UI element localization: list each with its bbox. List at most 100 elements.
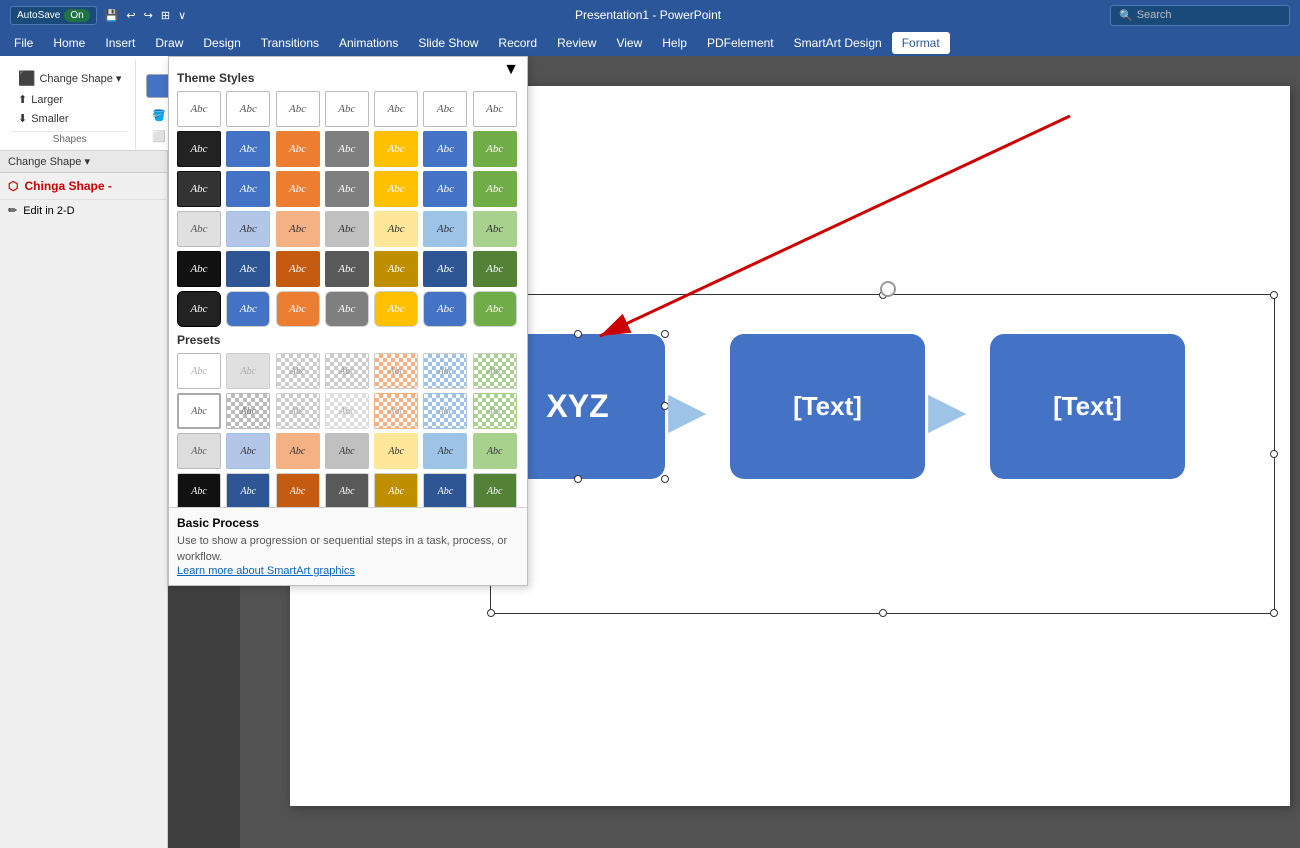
preset-d1[interactable]: Abc <box>177 473 221 509</box>
menu-review[interactable]: Review <box>547 32 606 54</box>
style-lblue1[interactable]: Abc <box>226 211 270 247</box>
autosave-toggle[interactable]: AutoSave On <box>10 6 97 25</box>
menu-view[interactable]: View <box>606 32 652 54</box>
change-shape-button[interactable]: ⬛ Change Shape ▾ <box>12 68 127 89</box>
preset-c4[interactable]: Abc <box>325 433 369 469</box>
preset-d2[interactable]: Abc <box>226 473 270 509</box>
preset-3[interactable]: Abc <box>276 353 320 389</box>
handle-bl[interactable] <box>487 609 495 617</box>
redo-icon[interactable]: ↪ <box>144 9 153 22</box>
style-green1[interactable]: Abc <box>473 131 517 167</box>
style-blue2[interactable]: Abc <box>423 131 467 167</box>
preset-check1[interactable]: Abc <box>226 393 270 429</box>
style-cell-w6[interactable]: Abc <box>423 91 467 127</box>
style-cell-w4[interactable]: Abc <box>325 91 369 127</box>
style-cell-w1[interactable]: Abc <box>177 91 221 127</box>
shape1-handle-br[interactable] <box>661 475 669 483</box>
preset-d7[interactable]: Abc <box>473 473 517 509</box>
save-icon[interactable]: 💾 <box>105 9 119 22</box>
style-cell-w3[interactable]: Abc <box>276 91 320 127</box>
style-cell-w2[interactable]: Abc <box>226 91 270 127</box>
style-gray1[interactable]: Abc <box>325 131 369 167</box>
more-icon[interactable]: ⊞ <box>161 9 170 22</box>
preset-5[interactable]: Abc <box>374 353 418 389</box>
preset-check2[interactable]: Abc <box>276 393 320 429</box>
style-blue1[interactable]: Abc <box>226 131 270 167</box>
menu-transitions[interactable]: Transitions <box>251 32 329 54</box>
style-roundblue2[interactable]: Abc <box>423 291 467 327</box>
style-dark1[interactable]: Abc <box>177 131 221 167</box>
menu-home[interactable]: Home <box>43 32 95 54</box>
style-black1[interactable]: Abc <box>177 251 221 287</box>
menu-smartart-design[interactable]: SmartArt Design <box>784 32 892 54</box>
handle-mr[interactable] <box>1270 450 1278 458</box>
style-dgreen1[interactable]: Abc <box>473 251 517 287</box>
panel-scroll-area[interactable]: Theme Styles Abc Abc Abc Abc Abc Abc Abc… <box>177 65 519 577</box>
style-cell-w5[interactable]: Abc <box>374 91 418 127</box>
undo-icon[interactable]: ↩ <box>126 9 135 22</box>
menu-format[interactable]: Format <box>892 32 950 54</box>
style-blue3[interactable]: Abc <box>226 171 270 207</box>
menu-animations[interactable]: Animations <box>329 32 408 54</box>
handle-br[interactable] <box>1270 609 1278 617</box>
preset-c3[interactable]: Abc <box>276 433 320 469</box>
smartart-shape-3[interactable]: [Text] <box>990 334 1185 479</box>
style-roundgray1[interactable]: Abc <box>325 291 369 327</box>
style-cell-w7[interactable]: Abc <box>473 91 517 127</box>
preset-2[interactable]: Abc <box>226 353 270 389</box>
style-roundblue1[interactable]: Abc <box>226 291 270 327</box>
style-gray2[interactable]: Abc <box>325 171 369 207</box>
autosave-state[interactable]: On <box>64 9 89 22</box>
style-dgray1[interactable]: Abc <box>325 251 369 287</box>
style-yellow1[interactable]: Abc <box>374 131 418 167</box>
preset-sel[interactable]: Abc <box>177 393 221 429</box>
preset-check5[interactable]: Abc <box>423 393 467 429</box>
style-orange2[interactable]: Abc <box>276 171 320 207</box>
style-lblue2[interactable]: Abc <box>423 211 467 247</box>
preset-4[interactable]: Abc <box>325 353 369 389</box>
larger-button[interactable]: ⬆ Larger <box>12 91 69 108</box>
style-dark2[interactable]: Abc <box>177 171 221 207</box>
preset-d3[interactable]: Abc <box>276 473 320 509</box>
style-blue4[interactable]: Abc <box>423 171 467 207</box>
preset-d6[interactable]: Abc <box>423 473 467 509</box>
handle-tr[interactable] <box>1270 291 1278 299</box>
style-roundorange1[interactable]: Abc <box>276 291 320 327</box>
change-shape-item[interactable]: ⬡ Chinga Shape - <box>0 173 167 199</box>
menu-slideshow[interactable]: Slide Show <box>408 32 488 54</box>
handle-bm[interactable] <box>879 609 887 617</box>
shape1-handle-bm[interactable] <box>574 475 582 483</box>
search-box[interactable]: 🔍 Search <box>1110 5 1290 26</box>
preset-c7[interactable]: Abc <box>473 433 517 469</box>
preset-check3[interactable]: Abc <box>325 393 369 429</box>
style-lorange1[interactable]: Abc <box>276 211 320 247</box>
menu-design[interactable]: Design <box>193 32 250 54</box>
preset-6[interactable]: Abc <box>423 353 467 389</box>
preset-c1[interactable]: Abc <box>177 433 221 469</box>
style-lgreen1[interactable]: Abc <box>473 211 517 247</box>
style-lgray1[interactable]: Abc <box>325 211 369 247</box>
style-green2[interactable]: Abc <box>473 171 517 207</box>
menu-record[interactable]: Record <box>488 32 547 54</box>
preset-1[interactable]: Abc <box>177 353 221 389</box>
style-yellow2[interactable]: Abc <box>374 171 418 207</box>
rotate-handle[interactable] <box>880 281 896 297</box>
preset-c5[interactable]: Abc <box>374 433 418 469</box>
preset-check4[interactable]: Abc <box>374 393 418 429</box>
style-dblue1[interactable]: Abc <box>226 251 270 287</box>
menu-insert[interactable]: Insert <box>95 32 145 54</box>
preset-d5[interactable]: Abc <box>374 473 418 509</box>
style-dblue2[interactable]: Abc <box>423 251 467 287</box>
preset-check6[interactable]: Abc <box>473 393 517 429</box>
style-round1[interactable]: Abc <box>177 291 221 327</box>
style-orange1[interactable]: Abc <box>276 131 320 167</box>
preset-c2[interactable]: Abc <box>226 433 270 469</box>
preset-c6[interactable]: Abc <box>423 433 467 469</box>
preset-d4[interactable]: Abc <box>325 473 369 509</box>
style-lyellow1[interactable]: Abc <box>374 211 418 247</box>
shape1-handle-tm[interactable] <box>574 330 582 338</box>
style-roundyellow1[interactable]: Abc <box>374 291 418 327</box>
shape1-handle-tr[interactable] <box>661 330 669 338</box>
menu-file[interactable]: File <box>4 32 43 54</box>
customize-icon[interactable]: ∨ <box>178 9 186 22</box>
